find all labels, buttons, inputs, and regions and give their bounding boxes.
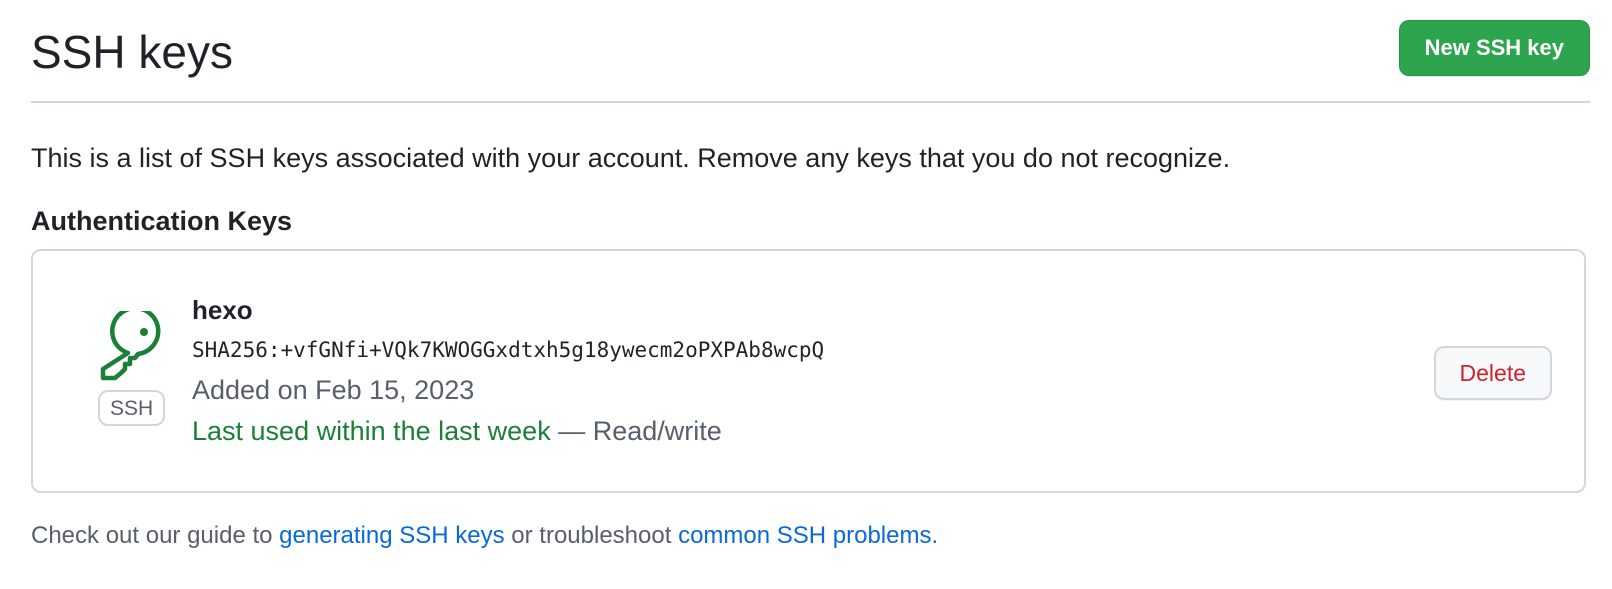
- footer-note: Check out our guide to generating SSH ke…: [31, 520, 938, 552]
- key-fingerprint: SHA256:+vfGNfi+VQk7KWOGGxdtxh5g18ywecm2o…: [192, 338, 825, 362]
- footer-prefix: Check out our guide to: [31, 522, 280, 549]
- key-access-level: Read/write: [592, 416, 722, 446]
- ssh-type-label: SSH: [98, 390, 166, 426]
- page-header: SSH keys New SSH key: [31, 0, 1590, 103]
- ssh-keys-list: SSH hexo SHA256:+vfGNfi+VQk7KWOGGxdtxh5g…: [31, 249, 1586, 493]
- usage-separator: —: [550, 416, 593, 446]
- ssh-key-item: SSH hexo SHA256:+vfGNfi+VQk7KWOGGxdtxh5g…: [33, 251, 1584, 491]
- page-title: SSH keys: [31, 26, 233, 78]
- key-details: hexo SHA256:+vfGNfi+VQk7KWOGGxdtxh5g18yw…: [192, 293, 824, 448]
- new-ssh-key-button[interactable]: New SSH key: [1398, 20, 1590, 76]
- section-title-authentication-keys: Authentication Keys: [31, 206, 293, 236]
- key-last-used: Last used within the last week: [192, 416, 551, 446]
- footer-middle: or troubleshoot: [504, 522, 679, 549]
- ssh-keys-page: SSH keys New SSH key This is a list of S…: [31, 0, 1590, 549]
- key-title: hexo: [192, 295, 253, 325]
- delete-key-button[interactable]: Delete: [1433, 346, 1552, 400]
- generating-ssh-keys-link[interactable]: generating SSH keys: [279, 522, 504, 549]
- footer-suffix: .: [931, 522, 939, 549]
- key-usage: Last used within the last week — Read/wr…: [192, 414, 824, 448]
- common-ssh-problems-link[interactable]: common SSH problems: [678, 522, 931, 549]
- key-icon: [97, 311, 165, 383]
- key-added-date: Added on Feb 15, 2023: [192, 375, 475, 405]
- intro-text: This is a list of SSH keys associated wi…: [31, 143, 1231, 173]
